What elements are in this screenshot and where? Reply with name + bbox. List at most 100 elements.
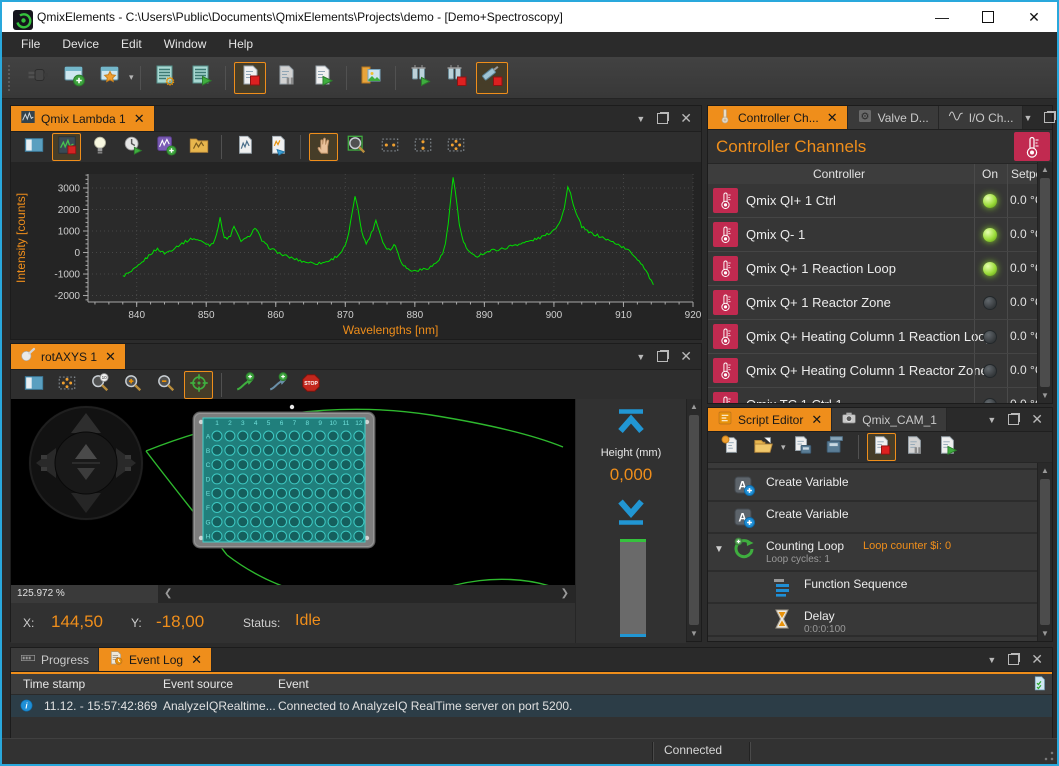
process-start-button[interactable] (185, 62, 217, 94)
minimize-button[interactable]: — (919, 2, 965, 32)
waypoint-add-button[interactable] (230, 371, 259, 399)
script-item-counting-loop[interactable]: ▼Counting LoopLoop counter $i: 0Loop cyc… (708, 534, 1038, 570)
controller-tab-i-o-ch-[interactable]: I/O Ch... (939, 106, 1024, 129)
pan-tool-button[interactable] (309, 133, 338, 161)
controller-vscrollbar[interactable]: ▲ ▼ (1037, 162, 1052, 403)
maximize-button[interactable] (965, 2, 1011, 32)
view-add-button[interactable] (58, 62, 90, 94)
on-led-indicator[interactable] (983, 194, 997, 208)
scroll-thumb[interactable] (689, 415, 699, 625)
on-led-indicator[interactable] (983, 228, 997, 242)
controller-row[interactable]: Qmix Q- 1 0.0 °C (708, 218, 1038, 252)
tab-close-icon[interactable]: ✕ (134, 111, 145, 127)
open-script-button[interactable] (749, 433, 778, 461)
canvas-hscrollbar[interactable]: ❮ ❯ (158, 585, 575, 603)
controller-row[interactable]: Qmix Q+ Heating Column 1 Reactor Zone 0.… (708, 354, 1038, 388)
chevron-down-icon[interactable]: ▼ (714, 544, 724, 555)
script-item-function-sequence[interactable]: Function Sequence (708, 572, 1038, 602)
on-led-indicator[interactable] (983, 330, 997, 344)
path-add-button[interactable] (263, 371, 292, 399)
panel-menu-icon[interactable]: ▼ (1023, 113, 1032, 123)
fit-width-button[interactable] (375, 133, 404, 161)
script-pause-button[interactable] (270, 62, 302, 94)
bottom-tab-progress[interactable]: Progress (11, 648, 99, 671)
controller-row[interactable]: Qmix Q+ Heating Column 1 Reaction Loop 0… (708, 320, 1038, 354)
zoom-original-button[interactable]: 10 (85, 371, 114, 399)
joystick-control[interactable] (29, 406, 143, 520)
panel-menu-icon[interactable]: ▼ (987, 655, 996, 665)
microplate[interactable]: 123456789101112ABCDEFGH (193, 405, 375, 548)
script-stop-button[interactable] (234, 62, 266, 94)
panel-menu-icon[interactable]: ▼ (987, 415, 996, 425)
on-led-indicator[interactable] (983, 296, 997, 310)
menu-edit[interactable]: Edit (110, 32, 153, 57)
tab-qmix-lambda[interactable]: Qmix Lambda 1 ✕ (11, 106, 155, 131)
scroll-up-icon[interactable]: ▲ (1038, 165, 1052, 174)
controller-row[interactable]: Qmix QI+ 1 Ctrl 0.0 °C (708, 184, 1038, 218)
script-tab-script-editor[interactable]: Script Editor✕ (708, 408, 832, 431)
panel-close-icon[interactable]: ✕ (680, 110, 692, 127)
spectrum-chart[interactable]: 840850860870880890900910920-2000-1000010… (11, 162, 701, 339)
script-start-button[interactable] (933, 433, 962, 461)
dropdown-arrow-icon[interactable]: ▾ (129, 72, 134, 83)
controller-row[interactable]: Qmix TC 1 Ctrl 1 0.0 °C (708, 388, 1038, 403)
scroll-down-icon[interactable]: ▼ (1038, 391, 1052, 400)
script-stop-button[interactable] (867, 433, 896, 461)
on-led-indicator[interactable] (983, 364, 997, 378)
menu-device[interactable]: Device (51, 32, 110, 57)
height-slider[interactable] (620, 539, 646, 637)
panel-toggle-button[interactable] (19, 133, 48, 161)
fit-height-button[interactable] (408, 133, 437, 161)
scroll-right-icon[interactable]: ❯ (561, 588, 569, 599)
panel-close-icon[interactable]: ✕ (1031, 651, 1043, 668)
panel-float-icon[interactable] (657, 351, 668, 362)
script-vscrollbar[interactable]: ▲ ▼ (1037, 463, 1052, 641)
position-canvas[interactable]: 123456789101112ABCDEFGH (11, 399, 575, 585)
on-led-indicator[interactable] (983, 398, 997, 403)
tab-close-icon[interactable]: ✕ (105, 349, 116, 365)
resize-grip[interactable] (1044, 751, 1054, 761)
save-all-button[interactable] (821, 433, 850, 461)
save-script-button[interactable] (788, 433, 817, 461)
script-item-dose-volume[interactable]: Dose Volume (708, 637, 1038, 641)
tab-rotaxys[interactable]: rotAXYS 1 ✕ (11, 344, 126, 369)
scroll-thumb[interactable] (1040, 479, 1050, 625)
panel-close-icon[interactable]: ✕ (1031, 411, 1043, 428)
panel-float-icon[interactable] (1008, 654, 1019, 665)
dosing-abort-button[interactable] (476, 62, 508, 94)
script-pause-button[interactable] (900, 433, 929, 461)
scroll-down-icon[interactable]: ▼ (687, 629, 701, 638)
script-item-delay[interactable]: Delay0:0:0:100 (708, 604, 1038, 635)
media-browser-button[interactable] (355, 62, 387, 94)
controller-row[interactable]: Qmix Q+ 1 Reaction Loop 0.0 °C (708, 252, 1038, 286)
panel-float-icon[interactable] (1044, 112, 1055, 123)
rotaxys-vscrollbar[interactable]: ▲ ▼ (686, 399, 701, 641)
thermometer-button[interactable] (1014, 132, 1050, 161)
scroll-left-icon[interactable]: ❮ (164, 588, 172, 599)
tab-close-icon[interactable]: ✕ (827, 110, 838, 126)
on-led-indicator[interactable] (983, 262, 997, 276)
fit-all-button[interactable] (441, 133, 470, 161)
tab-close-icon[interactable]: ✕ (811, 412, 822, 428)
export-spectrum-button[interactable] (263, 133, 292, 161)
process-configure-button[interactable]: ⚙ (149, 62, 181, 94)
event-log-row[interactable]: i 11.12. - 15:57:42:869 AnalyzeIQRealtim… (11, 695, 1052, 717)
stop-sign-button[interactable]: STOP (296, 371, 325, 399)
target-move-button[interactable] (184, 371, 213, 399)
menu-window[interactable]: Window (153, 32, 218, 57)
lift-down-icon[interactable] (613, 497, 649, 527)
connect-plug-button[interactable] (22, 62, 54, 94)
zoom-fit-button[interactable] (52, 371, 81, 399)
zoom-in-button[interactable] (118, 371, 147, 399)
spectrum-add-button[interactable] (151, 133, 180, 161)
report-document-button[interactable] (230, 133, 259, 161)
panel-toggle-button[interactable] (19, 371, 48, 399)
controller-tab-controller-ch-[interactable]: Controller Ch...✕ (708, 106, 848, 129)
controller-tab-valve-d-[interactable]: ⚙Valve D... (848, 106, 939, 129)
panel-float-icon[interactable] (657, 113, 668, 124)
close-button[interactable]: ✕ (1011, 2, 1057, 32)
script-start-button[interactable] (306, 62, 338, 94)
tab-close-icon[interactable]: ✕ (191, 652, 202, 668)
panel-float-icon[interactable] (1008, 414, 1019, 425)
dropdown-arrow-icon[interactable]: ▾ (781, 442, 786, 453)
